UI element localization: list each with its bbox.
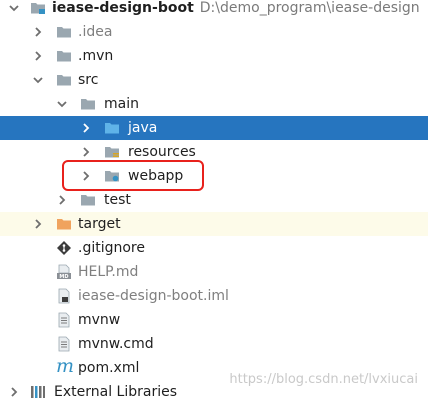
folder-icon	[57, 75, 71, 86]
tree-label-idea: .idea	[78, 24, 113, 40]
tree-row-gitignore[interactable]: .gitignore	[0, 236, 428, 260]
tree-label-target: target	[78, 216, 121, 232]
tree-row-target[interactable]: target	[0, 212, 428, 236]
tree-row-main[interactable]: main	[0, 92, 428, 116]
chevron-down-icon[interactable]	[6, 0, 22, 16]
tree-row-mvnw[interactable]: mvnw	[0, 308, 428, 332]
tree-row-test[interactable]: test	[0, 188, 428, 212]
maven-icon: m	[56, 355, 75, 377]
markdown-file-icon: MD	[57, 264, 71, 280]
chevron-right-icon[interactable]	[30, 24, 46, 40]
excluded-folder-icon	[57, 219, 71, 230]
tree-label-gitignore: .gitignore	[78, 240, 145, 256]
tree-label-iml: iease-design-boot.iml	[78, 288, 229, 304]
tree-label-mvn: .mvn	[78, 48, 114, 64]
text-file-icon	[58, 312, 70, 328]
chevron-right-icon[interactable]	[54, 192, 70, 208]
source-folder-icon	[105, 123, 119, 134]
chevron-right-icon[interactable]	[30, 48, 46, 64]
folder-icon	[57, 27, 71, 38]
module-file-icon	[58, 288, 70, 304]
folder-icon	[81, 195, 95, 206]
tree-label-mvnw-cmd: mvnw.cmd	[78, 336, 154, 352]
tree-label-java: java	[128, 120, 158, 136]
tree-label-test: test	[104, 192, 131, 208]
tree-label-help-md: HELP.md	[78, 264, 139, 280]
markdown-badge-text: MD	[59, 274, 68, 280]
tree-row-mvn[interactable]: .mvn	[0, 44, 428, 68]
tree-label-resources: resources	[128, 144, 196, 160]
chevron-right-icon[interactable]	[6, 384, 22, 400]
tree-label-main: main	[104, 96, 139, 112]
chevron-right-icon[interactable]	[78, 120, 94, 136]
project-tree: iease-design-boot D:\demo_program\iease-d…	[0, 0, 428, 400]
tree-row-project-root[interactable]: iease-design-boot D:\demo_program\iease-d…	[0, 0, 428, 20]
libraries-icon	[31, 386, 45, 398]
highlight-box	[62, 160, 204, 191]
project-path-label: D:\demo_program\iease-design	[199, 0, 420, 16]
tree-row-src[interactable]: src	[0, 68, 428, 92]
folder-icon	[81, 99, 95, 110]
tree-label-src: src	[78, 72, 99, 88]
text-file-icon	[58, 336, 70, 352]
tree-row-idea[interactable]: .idea	[0, 20, 428, 44]
tree-row-mvnw-cmd[interactable]: mvnw.cmd	[0, 332, 428, 356]
tree-row-iml[interactable]: iease-design-boot.iml	[0, 284, 428, 308]
tree-label-pom: pom.xml	[78, 360, 140, 376]
chevron-right-icon[interactable]	[78, 144, 94, 160]
tree-row-java[interactable]: java	[0, 116, 428, 140]
chevron-down-icon[interactable]	[30, 72, 46, 88]
tree-label-external-libraries: External Libraries	[54, 384, 177, 400]
module-folder-icon	[31, 3, 45, 14]
tree-row-help-md[interactable]: MD HELP.md	[0, 260, 428, 284]
resources-folder-icon	[105, 147, 119, 158]
watermark: https://blog.csdn.net/lvxiucai	[229, 372, 418, 387]
git-icon	[57, 241, 71, 255]
folder-icon	[57, 51, 71, 62]
project-name-label: iease-design-boot D:\demo_program\iease-d…	[52, 0, 420, 16]
chevron-down-icon[interactable]	[54, 96, 70, 112]
chevron-right-icon[interactable]	[30, 216, 46, 232]
tree-label-mvnw: mvnw	[78, 312, 121, 328]
